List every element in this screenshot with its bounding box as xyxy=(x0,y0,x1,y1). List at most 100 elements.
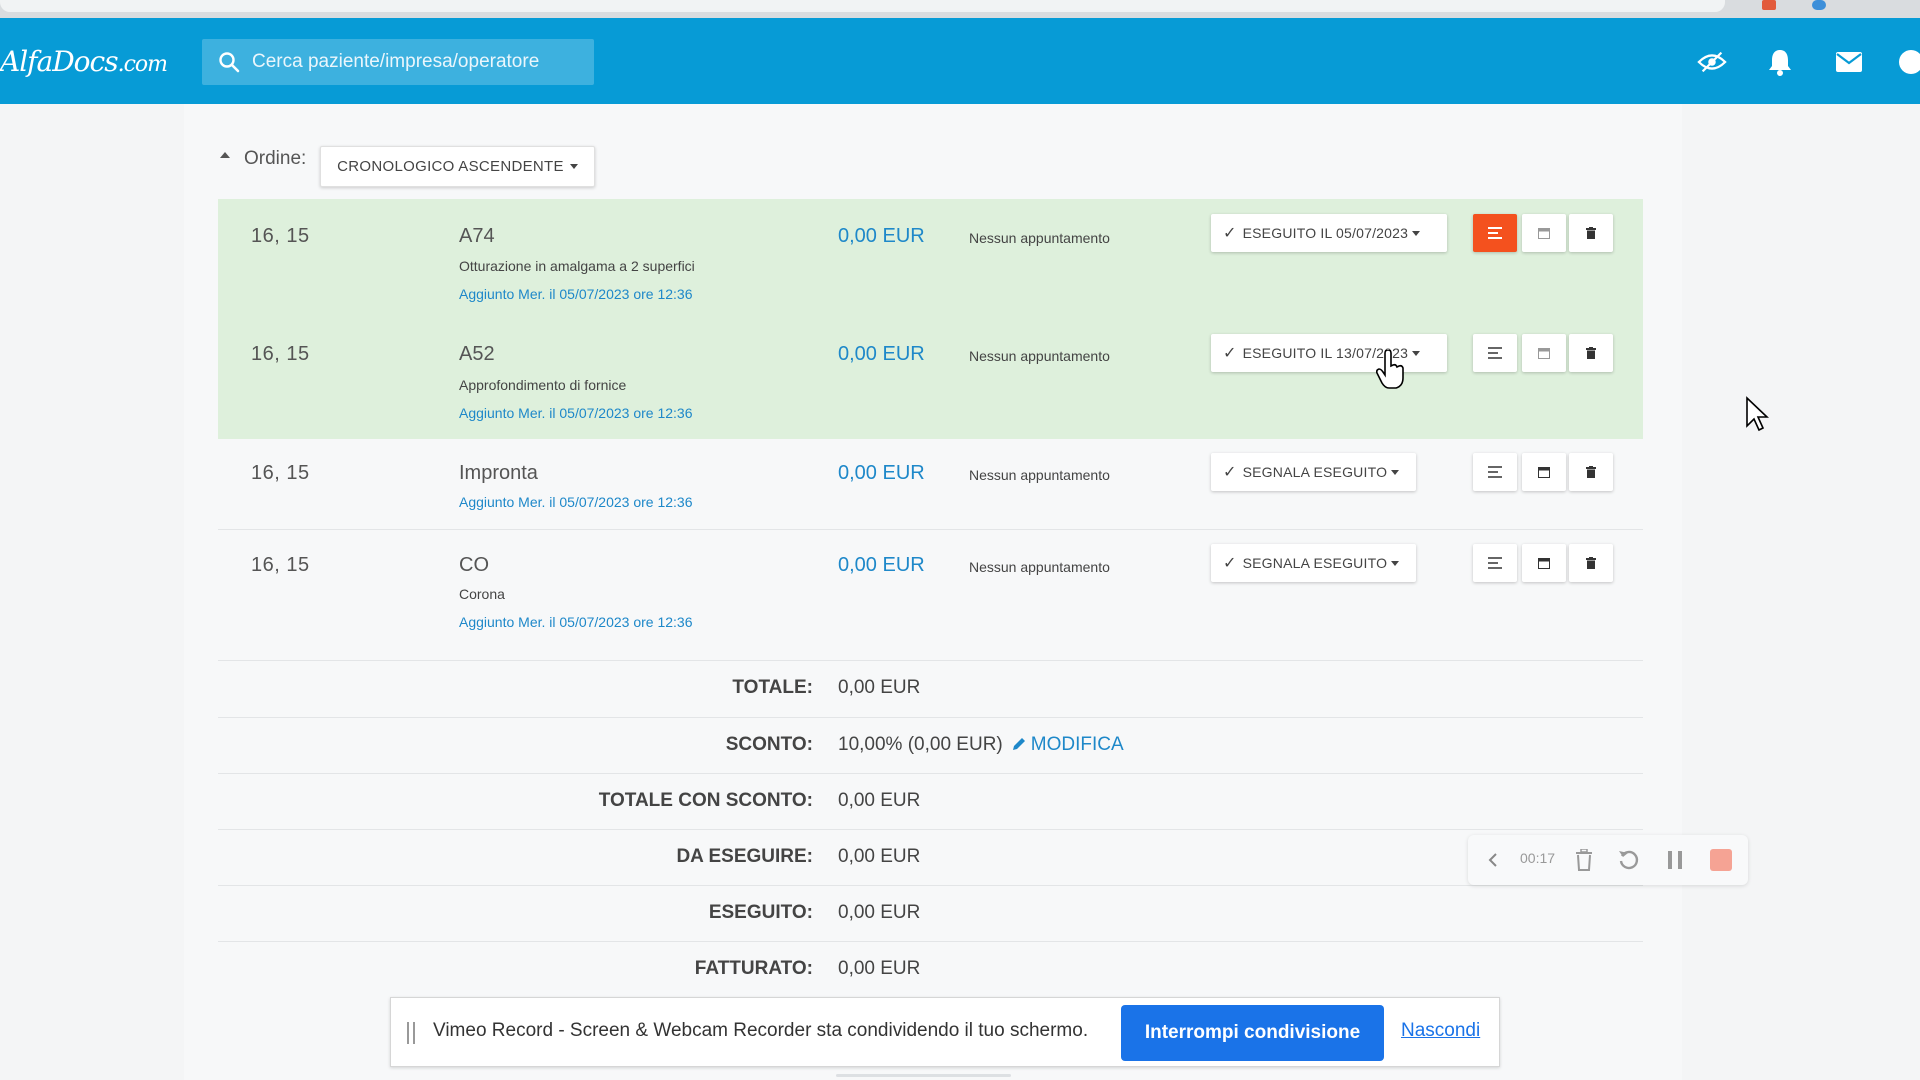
delete-button[interactable] xyxy=(1569,453,1613,491)
treatment-description: Approfondimento di fornice xyxy=(459,377,627,393)
summary-totale-sconto: TOTALE CON SCONTO: 0,00 EUR xyxy=(218,773,1643,829)
extension-icon[interactable] xyxy=(1762,0,1776,10)
recorder-widget: 00:17 xyxy=(1468,835,1748,885)
summary-label: FATTURATO: xyxy=(694,958,813,979)
summary-label: TOTALE: xyxy=(732,677,813,698)
delete-button[interactable] xyxy=(1569,544,1613,582)
mail-icon[interactable] xyxy=(1834,48,1864,76)
bell-icon[interactable] xyxy=(1765,48,1795,76)
discount-value: 10,00% (0,00 EUR) xyxy=(838,734,1003,755)
summary-label: ESEGUITO: xyxy=(708,902,813,923)
search-input[interactable] xyxy=(252,51,572,73)
row-divider xyxy=(218,529,1643,530)
summary-label: DA ESEGUIRE: xyxy=(676,846,813,867)
treatment-added-date: Aggiunto Mer. il 05/07/2023 ore 12:36 xyxy=(459,614,693,630)
appointment-status: Nessun appuntamento xyxy=(969,230,1110,246)
treatment-description: Otturazione in amalgama a 2 superfici xyxy=(459,258,695,274)
pointer-cursor-icon xyxy=(1745,396,1770,437)
stop-sharing-button[interactable]: Interrompi condivisione xyxy=(1121,1005,1384,1061)
status-dropdown[interactable]: ✓ SEGNALA ESEGUITO xyxy=(1211,453,1416,491)
status-label: SEGNALA ESEGUITO xyxy=(1242,464,1388,480)
profile-icon[interactable] xyxy=(1812,0,1826,10)
logo-text: AlfaDocs xyxy=(0,45,119,78)
status-dropdown[interactable]: ✓ ESEGUITO IL 13/07/2023 xyxy=(1211,334,1447,372)
notes-button[interactable] xyxy=(1473,334,1517,372)
calendar-icon xyxy=(1538,348,1550,359)
pencil-icon xyxy=(1012,738,1025,750)
trash-icon xyxy=(1586,347,1596,359)
calendar-icon xyxy=(1538,228,1550,239)
treatment-code: CO xyxy=(459,554,489,576)
summary-label: SCONTO: xyxy=(725,734,813,755)
appointment-status: Nessun appuntamento xyxy=(969,467,1110,483)
stop-recording-icon[interactable] xyxy=(1708,847,1734,873)
treatment-price[interactable]: 0,00 EUR xyxy=(838,462,925,485)
caret-down-icon xyxy=(1391,560,1400,566)
logo[interactable]: AlfaDocs.com xyxy=(0,34,168,90)
order-dropdown[interactable]: CRONOLOGICO ASCENDENTE xyxy=(320,146,595,187)
tooth-number: 16, 15 xyxy=(251,462,310,484)
check-icon: ✓ xyxy=(1223,345,1237,362)
calendar-icon xyxy=(1538,467,1550,478)
summary-totale: TOTALE: 0,00 EUR xyxy=(218,660,1643,716)
treatment-added-date: Aggiunto Mer. il 05/07/2023 ore 12:36 xyxy=(459,494,693,510)
page-scroll-indicator xyxy=(836,1074,1011,1077)
notes-button[interactable] xyxy=(1473,453,1517,491)
collapse-icon[interactable] xyxy=(1486,847,1500,873)
notes-button[interactable] xyxy=(1473,544,1517,582)
summary-value: 0,00 EUR xyxy=(838,846,921,867)
recording-time: 00:17 xyxy=(1520,850,1556,866)
caret-up-icon[interactable] xyxy=(220,152,230,158)
address-bar[interactable] xyxy=(0,0,1725,12)
notes-button[interactable] xyxy=(1473,214,1517,252)
check-icon: ✓ xyxy=(1223,555,1237,572)
notes-icon xyxy=(1488,227,1502,239)
tooth-number: 16, 15 xyxy=(251,554,310,576)
treatment-price[interactable]: 0,00 EUR xyxy=(838,554,925,577)
drag-handle-icon[interactable] xyxy=(407,1022,415,1044)
search-box[interactable] xyxy=(202,39,594,85)
summary-fatturato: FATTURATO: 0,00 EUR xyxy=(218,941,1643,997)
hand-cursor-icon xyxy=(1375,349,1406,395)
appointment-status: Nessun appuntamento xyxy=(969,559,1110,575)
order-label: Ordine: xyxy=(220,148,306,170)
logo-domain: .com xyxy=(117,52,168,77)
order-label-text: Ordine: xyxy=(244,148,307,169)
status-label: ESEGUITO IL 05/07/2023 xyxy=(1242,225,1409,241)
calendar-button[interactable] xyxy=(1522,214,1566,252)
calendar-button[interactable] xyxy=(1522,544,1566,582)
top-navbar: AlfaDocs.com xyxy=(0,18,1920,104)
status-dropdown[interactable]: ✓ ESEGUITO IL 05/07/2023 xyxy=(1211,214,1447,252)
summary-da-eseguire: DA ESEGUIRE: 0,00 EUR xyxy=(218,829,1643,885)
check-icon: ✓ xyxy=(1223,464,1237,481)
delete-button[interactable] xyxy=(1569,214,1613,252)
tooth-number: 16, 15 xyxy=(251,225,310,247)
restart-icon[interactable] xyxy=(1616,847,1642,873)
notes-icon xyxy=(1488,557,1502,569)
summary-eseguito: ESEGUITO: 0,00 EUR xyxy=(218,885,1643,941)
calendar-button[interactable] xyxy=(1522,334,1566,372)
order-dropdown-label: CRONOLOGICO ASCENDENTE xyxy=(337,158,564,175)
caret-down-icon xyxy=(1412,350,1421,356)
treatment-added-date: Aggiunto Mer. il 05/07/2023 ore 12:36 xyxy=(459,286,693,302)
summary-value: 0,00 EUR xyxy=(838,790,921,811)
edit-discount-link[interactable]: MODIFICA xyxy=(1011,734,1124,755)
calendar-button[interactable] xyxy=(1522,453,1566,491)
calendar-icon xyxy=(1538,558,1550,569)
trash-icon xyxy=(1586,466,1596,478)
status-dropdown[interactable]: ✓ SEGNALA ESEGUITO xyxy=(1211,544,1416,582)
notes-icon xyxy=(1488,347,1502,359)
discard-icon[interactable] xyxy=(1571,847,1597,873)
summary-value: 0,00 EUR xyxy=(838,677,921,698)
treatment-price[interactable]: 0,00 EUR xyxy=(838,225,925,248)
caret-down-icon xyxy=(1391,469,1400,475)
avatar[interactable] xyxy=(1892,48,1920,76)
treatment-price[interactable]: 0,00 EUR xyxy=(838,343,925,366)
pause-icon[interactable] xyxy=(1662,847,1688,873)
hide-link[interactable]: Nascondi xyxy=(1401,1020,1480,1042)
hide-eye-icon[interactable] xyxy=(1697,48,1727,76)
treatment-added-date: Aggiunto Mer. il 05/07/2023 ore 12:36 xyxy=(459,405,693,421)
trash-icon xyxy=(1586,557,1596,569)
summary-value: 0,00 EUR xyxy=(838,958,921,979)
delete-button[interactable] xyxy=(1569,334,1613,372)
